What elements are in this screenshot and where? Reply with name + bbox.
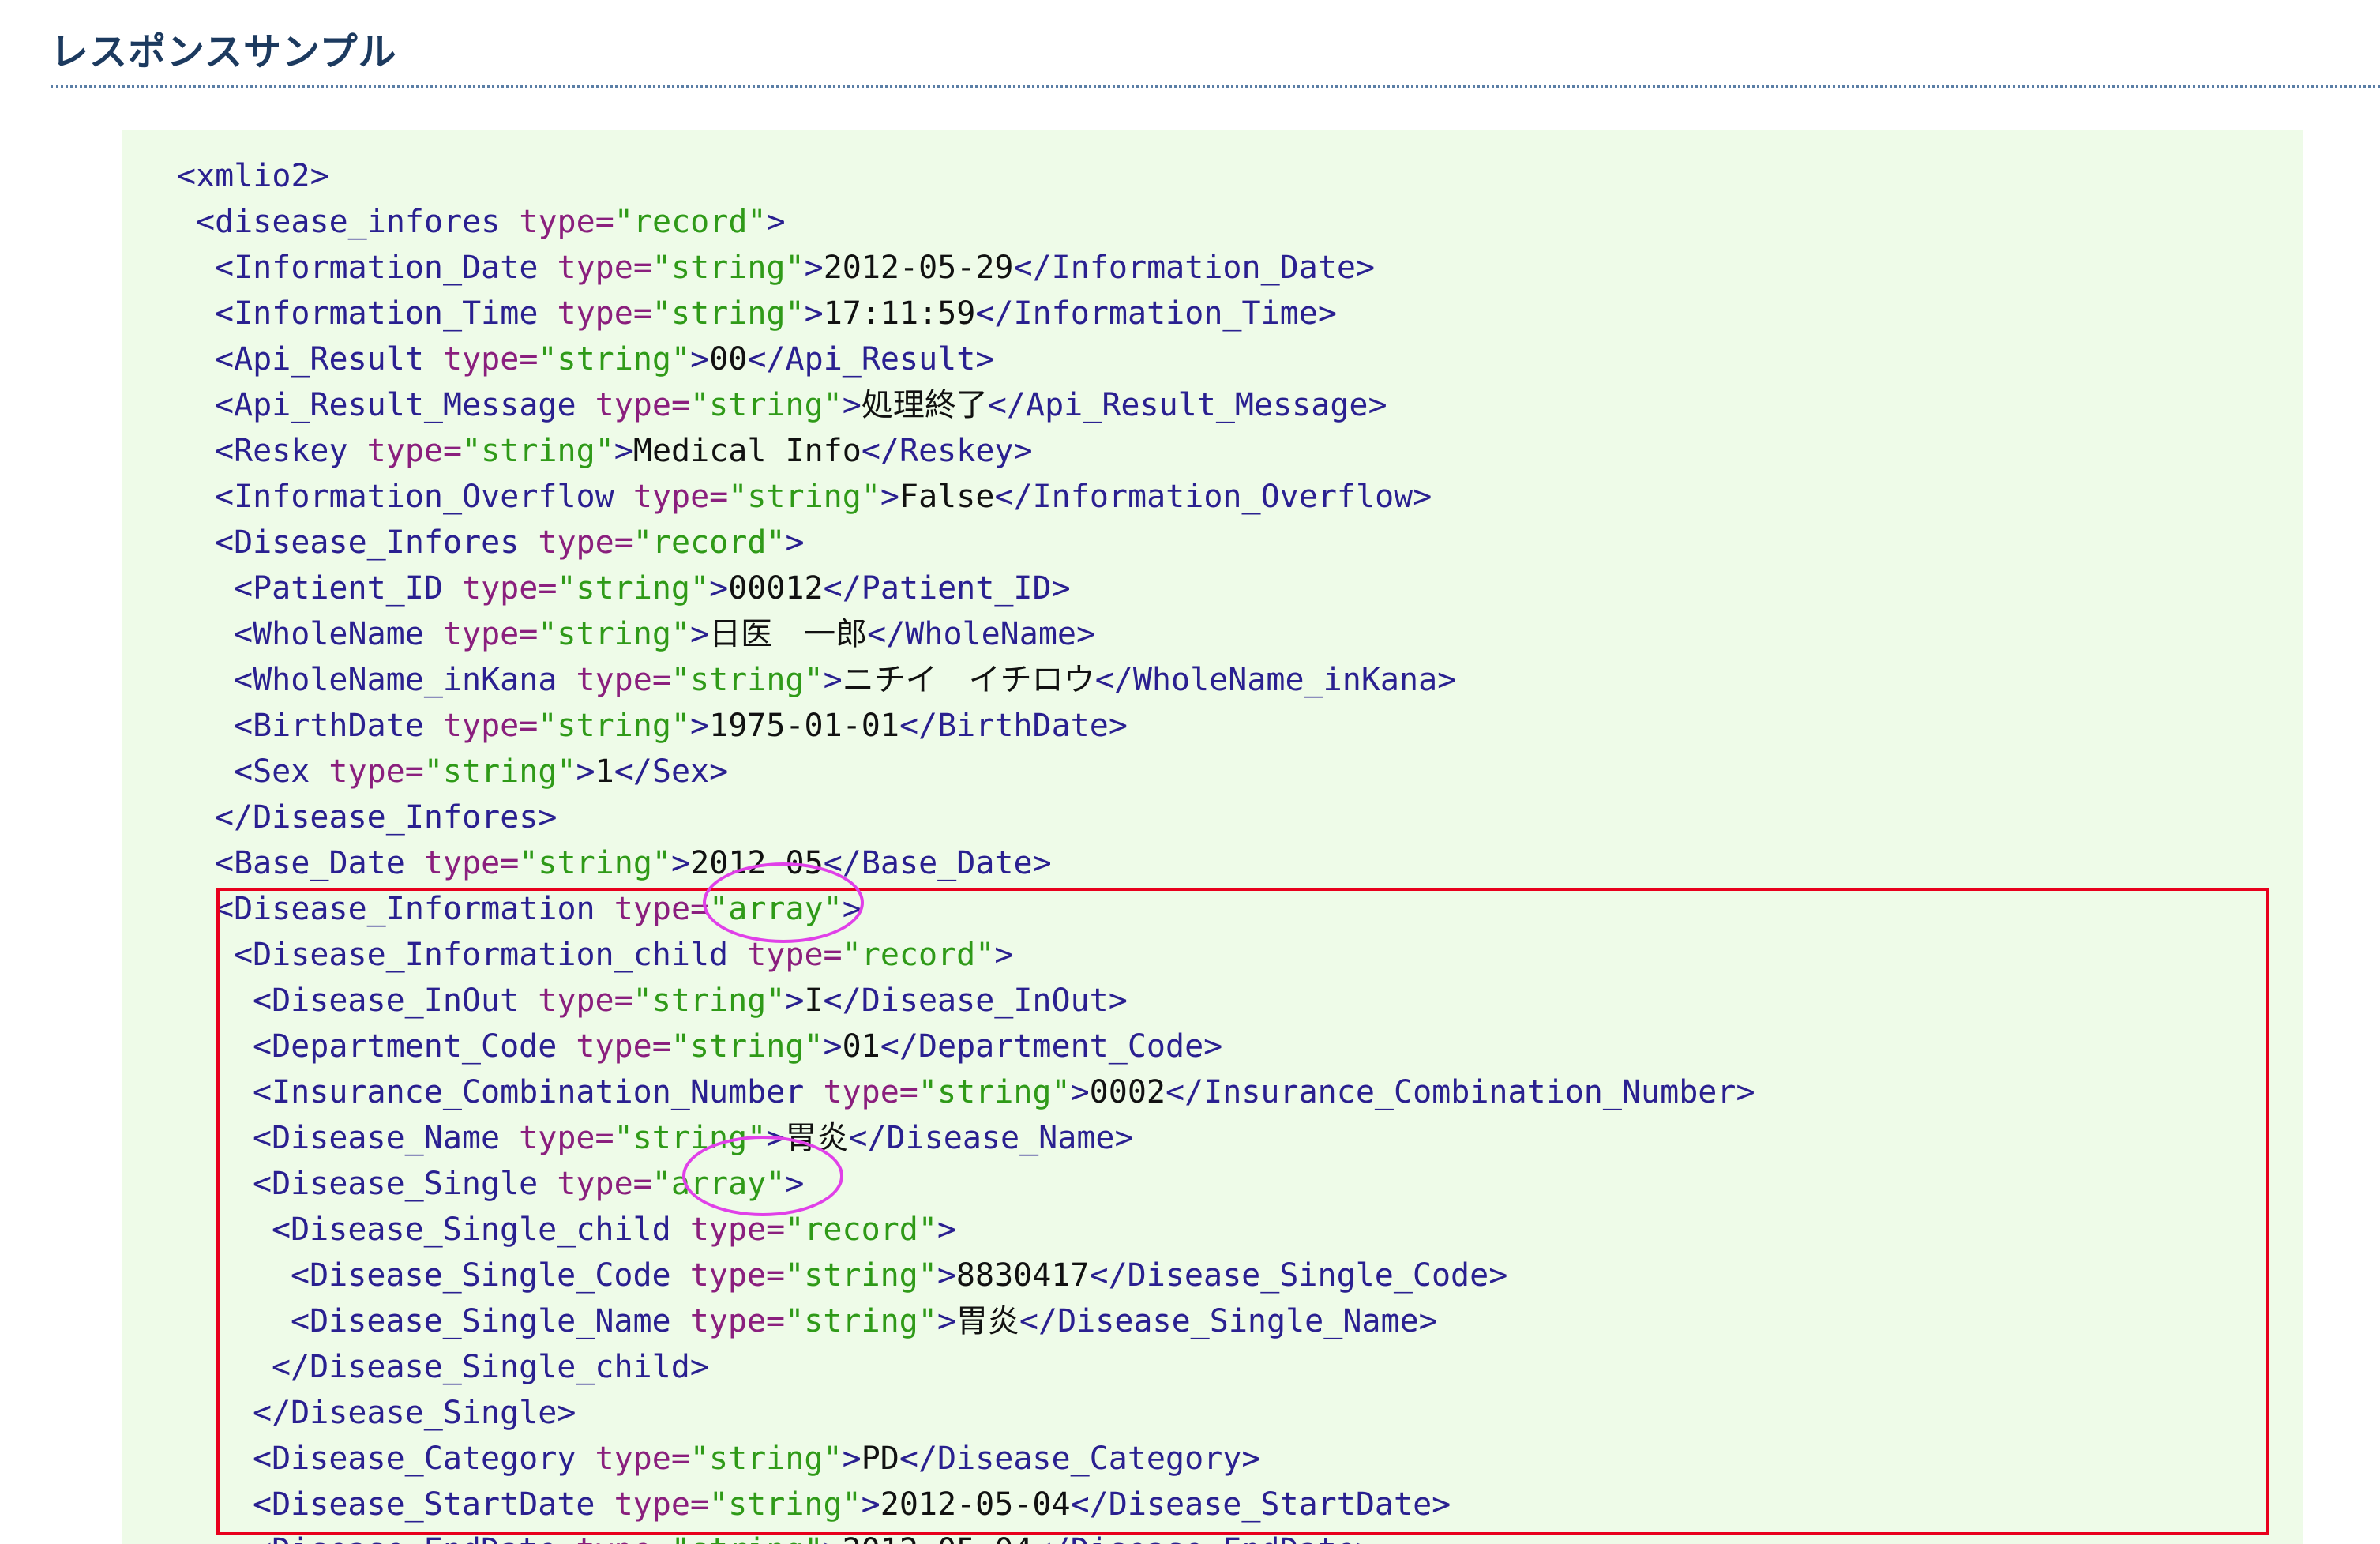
open-tag: <Information_Date — [215, 250, 539, 286]
close-tag: </WholeName> — [867, 616, 1096, 652]
open-tag: <Base_Date — [215, 845, 405, 881]
open-tag: <BirthDate — [234, 708, 424, 744]
type-attribute-value: record — [633, 204, 748, 240]
close-tag: </Api_Result_Message> — [987, 387, 1387, 423]
code-line: <WholeName type="string">日医 一郎</WholeNam… — [234, 616, 1096, 652]
code-line: <Disease_Infores type="record"> — [215, 524, 805, 561]
open-tag: <Reskey — [215, 433, 348, 469]
close-tag: </Sex> — [614, 753, 729, 790]
page-title: レスポンスサンプル — [51, 30, 397, 74]
title-divider — [51, 85, 2380, 88]
type-attribute-value: string — [671, 250, 786, 286]
code-line: </Disease_Infores> — [122, 795, 1755, 840]
code-line: <Information_Time type="string">17:11:59… — [215, 295, 1337, 332]
element-text-value: 処理終了 — [861, 387, 988, 423]
code-line: <Information_Overflow type="string">Fals… — [215, 479, 1432, 515]
type-attribute-value: string — [709, 387, 824, 423]
type-attribute-value: string — [557, 708, 671, 744]
element-text-value: 日医 一郎 — [709, 616, 868, 652]
code-line: <Information_Date type="string">2012-05-… — [215, 250, 1376, 286]
code-line: <Base_Date type="string">2012-05</Base_D… — [215, 845, 1052, 881]
open-tag: <Disease_Infores — [215, 524, 520, 561]
open-tag: <WholeName — [234, 616, 424, 652]
element-text-value: False — [899, 479, 995, 515]
code-line: <xmlio2> — [122, 153, 1755, 199]
code-line: <WholeName_inKana type="string">ニチイ イチロウ… — [234, 662, 1457, 698]
element-text-value: 1975-01-01 — [709, 708, 899, 744]
open-tag: <Information_Overflow — [215, 479, 614, 515]
type-attribute-value: string — [671, 295, 786, 332]
code-line: <Api_Result type="string">00</Api_Result… — [215, 341, 995, 378]
open-tag: <xmlio2> — [177, 158, 329, 194]
type-attribute-value: string — [557, 341, 672, 378]
code-line: <disease_infores type="record"> — [196, 204, 786, 240]
open-tag: <Sex — [234, 753, 310, 790]
code-line: <Patient_ID type="string">00012</Patient… — [234, 570, 1071, 607]
type-attribute-value: string — [747, 479, 862, 515]
code-line: <Reskey type="string">Medical Info</Resk… — [215, 433, 1033, 469]
open-tag: <WholeName_inKana — [234, 662, 557, 698]
close-tag: </Information_Overflow> — [994, 479, 1432, 515]
close-tag: </Information_Time> — [975, 295, 1337, 332]
element-text-value: Medical Info — [633, 433, 862, 469]
close-tag: </Api_Result> — [747, 341, 995, 378]
open-tag: </Disease_Infores> — [215, 799, 557, 836]
element-text-value: 00 — [709, 341, 748, 378]
circle-annotation-disease-single-array — [682, 1136, 843, 1216]
close-tag: </Base_Date> — [823, 845, 1052, 881]
open-tag: <Patient_ID — [234, 570, 443, 607]
close-tag: </Information_Date> — [1013, 250, 1376, 286]
highlight-box-annotation — [216, 888, 2269, 1535]
code-line: <Api_Result_Message type="string">処理終了</… — [215, 387, 1387, 423]
close-tag: </WholeName_inKana> — [1094, 662, 1457, 698]
element-text-value: 1 — [595, 753, 614, 790]
code-line: <Sex type="string">1</Sex> — [234, 753, 729, 790]
close-tag: </Patient_ID> — [823, 570, 1071, 607]
type-attribute-value: string — [557, 616, 671, 652]
code-line: <BirthDate type="string">1975-01-01</Bir… — [234, 708, 1128, 744]
open-tag: <Information_Time — [215, 295, 539, 332]
element-text-value: ニチイ イチロウ — [842, 662, 1095, 698]
element-text-value: 17:11:59 — [823, 295, 976, 332]
type-attribute-value: string — [538, 845, 652, 881]
type-attribute-value: string — [576, 570, 691, 607]
open-tag: <Api_Result — [215, 341, 424, 378]
element-text-value: 2012-05-29 — [823, 250, 1014, 286]
element-text-value: 00012 — [728, 570, 824, 607]
circle-annotation-disease-information-array — [703, 862, 864, 943]
type-attribute-value: string — [442, 753, 557, 790]
close-tag: </Reskey> — [861, 433, 1033, 469]
open-tag: <Api_Result_Message — [215, 387, 576, 423]
open-tag: <disease_infores — [196, 204, 501, 240]
type-attribute-value: string — [690, 662, 805, 698]
type-attribute-value: record — [651, 524, 767, 561]
close-tag: </BirthDate> — [899, 708, 1128, 744]
type-attribute-value: string — [481, 433, 595, 469]
